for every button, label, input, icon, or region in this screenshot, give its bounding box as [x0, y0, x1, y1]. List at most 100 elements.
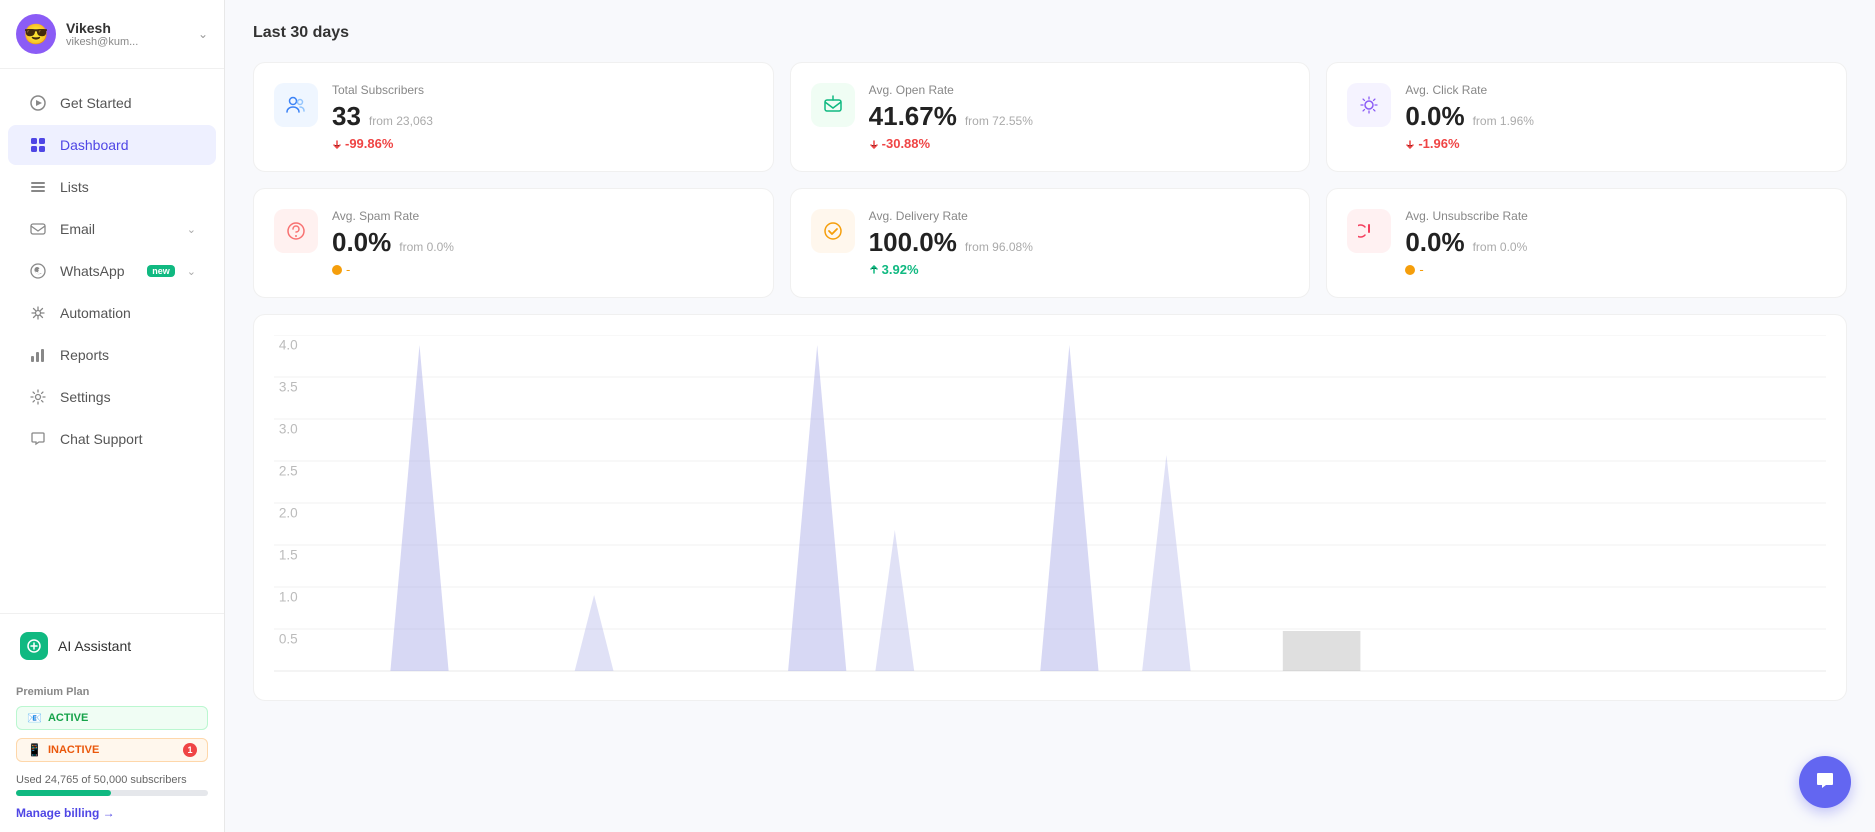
stat-card-avg-click-rate: Avg. Click Rate 0.0% from 1.96% -1.96% — [1326, 62, 1847, 172]
chat-support-icon — [28, 429, 48, 449]
stat-label: Avg. Click Rate — [1405, 83, 1826, 97]
stat-card-avg-open-rate: Avg. Open Rate 41.67% from 72.55% -30.88… — [790, 62, 1311, 172]
neutral-dot — [1405, 265, 1415, 275]
stat-main-value: 0.0% — [332, 227, 391, 258]
stat-change-row: -99.86% — [332, 136, 753, 151]
chevron-down-icon: ⌄ — [187, 265, 196, 278]
stat-info: Avg. Click Rate 0.0% from 1.96% -1.96% — [1405, 83, 1826, 151]
email-icon — [28, 219, 48, 239]
svg-text:1.0: 1.0 — [279, 590, 298, 605]
sidebar-item-email[interactable]: Email ⌄ — [8, 209, 216, 249]
avg-unsubscribe-rate-icon-box — [1347, 209, 1391, 253]
email-active-icon: 📧 — [27, 711, 42, 725]
manage-billing-link[interactable]: Manage billing → — [16, 806, 208, 820]
avg-open-rate-icon-box — [811, 83, 855, 127]
stat-change-value: - — [332, 262, 350, 277]
svg-text:4.0: 4.0 — [279, 338, 298, 353]
stat-value-row: 0.0% from 0.0% — [1405, 227, 1826, 258]
sidebar-item-lists[interactable]: Lists — [8, 167, 216, 207]
sidebar-item-get-started[interactable]: Get Started — [8, 83, 216, 123]
avatar: 😎 — [16, 14, 56, 54]
sidebar-item-reports[interactable]: Reports — [8, 335, 216, 375]
stat-main-value: 100.0% — [869, 227, 957, 258]
sidebar-item-settings[interactable]: Settings — [8, 377, 216, 417]
avatar-emoji: 😎 — [16, 14, 56, 54]
page-title: Last 30 days — [253, 24, 1847, 42]
sidebar-item-label: Automation — [60, 305, 196, 321]
svg-text:0.5: 0.5 — [279, 632, 298, 647]
stat-change-value: -30.88% — [869, 136, 930, 151]
stats-grid-row1: Total Subscribers 33 from 23,063 -99.86% — [253, 62, 1847, 172]
stat-from-label: from 0.0% — [399, 240, 454, 254]
dashboard-icon — [28, 135, 48, 155]
avg-spam-rate-icon-box — [274, 209, 318, 253]
sidebar-item-automation[interactable]: Automation — [8, 293, 216, 333]
sidebar-item-chat-support[interactable]: Chat Support — [8, 419, 216, 459]
avg-delivery-rate-icon-box — [811, 209, 855, 253]
stat-change-value: -1.96% — [1405, 136, 1459, 151]
stat-value-row: 0.0% from 0.0% — [332, 227, 753, 258]
stats-grid-row2: Avg. Spam Rate 0.0% from 0.0% - Avg. — [253, 188, 1847, 298]
stat-from-label: from 96.08% — [965, 240, 1033, 254]
stat-card-avg-unsubscribe-rate: Avg. Unsubscribe Rate 0.0% from 0.0% - — [1326, 188, 1847, 298]
sidebar-item-whatsapp[interactable]: WhatsApp new ⌄ — [8, 251, 216, 291]
active-plan-badge: 📧 ACTIVE — [16, 706, 208, 730]
svg-text:1.5: 1.5 — [279, 548, 298, 563]
ai-assistant-section: AI Assistant — [0, 613, 224, 678]
stat-main-value: 41.67% — [869, 101, 957, 132]
svg-text:3.0: 3.0 — [279, 422, 298, 437]
sidebar-item-label: WhatsApp — [60, 263, 131, 279]
stat-value-row: 0.0% from 1.96% — [1405, 101, 1826, 132]
user-info: Vikesh vikesh@kum... — [66, 20, 188, 48]
chat-fab-button[interactable] — [1799, 756, 1851, 808]
stat-info: Avg. Open Rate 41.67% from 72.55% -30.88… — [869, 83, 1290, 151]
total-subscribers-icon-box — [274, 83, 318, 127]
chevron-down-icon: ⌄ — [187, 223, 196, 236]
chart-svg: 4.0 3.5 3.0 2.5 2.0 1.5 1.0 0.5 — [274, 335, 1826, 675]
get-started-icon — [28, 93, 48, 113]
stat-card-total-subscribers: Total Subscribers 33 from 23,063 -99.86% — [253, 62, 774, 172]
reports-icon — [28, 345, 48, 365]
sidebar-item-dashboard[interactable]: Dashboard — [8, 125, 216, 165]
stat-main-value: 0.0% — [1405, 227, 1464, 258]
stat-change-value: 3.92% — [869, 262, 919, 277]
stat-label: Avg. Spam Rate — [332, 209, 753, 223]
stat-card-avg-spam-rate: Avg. Spam Rate 0.0% from 0.0% - — [253, 188, 774, 298]
stat-change-row: - — [332, 262, 753, 277]
sidebar-item-label: Get Started — [60, 95, 196, 111]
stat-card-avg-delivery-rate: Avg. Delivery Rate 100.0% from 96.08% 3.… — [790, 188, 1311, 298]
stat-main-value: 33 — [332, 101, 361, 132]
ai-assistant-item[interactable]: AI Assistant — [12, 622, 212, 670]
settings-icon — [28, 387, 48, 407]
stat-label: Avg. Delivery Rate — [869, 209, 1290, 223]
nav-section: Get Started Dashboard Lists Email ⌄ — [0, 69, 224, 613]
sidebar-item-label: Dashboard — [60, 137, 196, 153]
inactive-warn-badge: 1 — [183, 743, 197, 757]
svg-text:3.5: 3.5 — [279, 380, 298, 395]
neutral-dot — [332, 265, 342, 275]
user-profile[interactable]: 😎 Vikesh vikesh@kum... ⌄ — [0, 0, 224, 69]
stat-value-row: 100.0% from 96.08% — [869, 227, 1290, 258]
ai-assistant-label: AI Assistant — [58, 638, 131, 654]
svg-text:2.0: 2.0 — [279, 506, 298, 521]
sidebar-item-label: Lists — [60, 179, 196, 195]
automation-icon — [28, 303, 48, 323]
sidebar: 😎 Vikesh vikesh@kum... ⌄ Get Started Das… — [0, 0, 225, 832]
stat-change-value: - — [1405, 262, 1423, 277]
stat-main-value: 0.0% — [1405, 101, 1464, 132]
stat-change-row: -30.88% — [869, 136, 1290, 151]
stat-change-row: -1.96% — [1405, 136, 1826, 151]
ai-assistant-icon — [20, 632, 48, 660]
subscribers-info: Used 24,765 of 50,000 subscribers — [16, 774, 208, 786]
plan-title: Premium Plan — [16, 686, 208, 698]
inactive-badge-label: INACTIVE — [48, 744, 99, 756]
stat-info: Avg. Spam Rate 0.0% from 0.0% - — [332, 209, 753, 277]
new-badge: new — [147, 265, 175, 277]
subscribers-progress-bar — [16, 790, 208, 796]
stat-from-label: from 23,063 — [369, 114, 433, 128]
stat-from-label: from 72.55% — [965, 114, 1033, 128]
stat-info: Total Subscribers 33 from 23,063 -99.86% — [332, 83, 753, 151]
user-name: Vikesh — [66, 20, 188, 36]
whatsapp-inactive-icon: 📱 — [27, 743, 42, 757]
inactive-plan-badge: 📱 INACTIVE 1 — [16, 738, 208, 762]
